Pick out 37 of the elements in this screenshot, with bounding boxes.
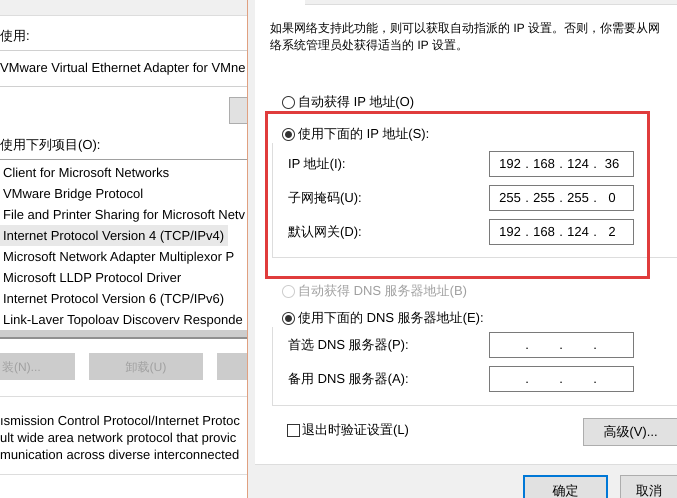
field-label: 子网掩码(U): xyxy=(288,189,362,208)
advanced-button[interactable]: 高级(V)... xyxy=(583,418,677,446)
ip-address-field[interactable]: 255 . 255 . 255 . 0 xyxy=(489,185,634,211)
list-item[interactable]: VMware Bridge Protocol xyxy=(0,183,148,204)
field-label: 备用 DNS 服务器(A): xyxy=(288,370,409,388)
items-label: 使用下列项目(O): xyxy=(0,136,102,154)
radio-label: 自动获得 IP 地址(O) xyxy=(298,93,414,112)
checkbox-label: 退出时验证设置(L) xyxy=(302,421,409,440)
radio-label: 使用下面的 IP 地址(S): xyxy=(298,125,430,144)
ok-button[interactable]: 确定 xyxy=(523,475,608,498)
field-label: 默认网关(D): xyxy=(288,223,362,242)
description-line: ult wide area network protocol that provic xyxy=(0,429,238,446)
list-item[interactable]: Microsoft Network Adapter Multiplexor P xyxy=(0,246,238,267)
ip-address-field[interactable]: 192 . 168 . 124 . 36 xyxy=(489,151,634,177)
field-label: IP 地址(I): xyxy=(288,155,346,174)
list-item[interactable]: File and Printer Sharing for Microsoft Netv xyxy=(0,204,247,225)
radio-label: 自动获得 DNS 服务器地址(B) xyxy=(298,282,467,300)
ip-address-field[interactable]: . . . xyxy=(489,366,634,392)
intro-text: 如果网络支持此功能，则可以获取自动指派的 IP 设置。否则，你需要从网络系统管理员处获得适当的 IP 设置。 xyxy=(270,20,661,54)
connect-label: 使用: xyxy=(0,27,31,45)
radio-button[interactable] xyxy=(282,96,295,108)
checkbox[interactable] xyxy=(287,424,300,436)
list-item[interactable]: Internet Protocol Version 6 (TCP/IPv6) xyxy=(0,288,228,309)
list-item[interactable]: Internet Protocol Version 4 (TCP/IPv4) xyxy=(0,225,228,246)
ip-address-field[interactable]: . . . xyxy=(489,332,634,358)
field-label: 首选 DNS 服务器(P): xyxy=(288,336,409,354)
radio-label: 使用下面的 DNS 服务器地址(E): xyxy=(298,309,484,328)
list-item[interactable]: Microsoft LLDP Protocol Driver xyxy=(0,267,186,288)
description-line: ısmission Control Protocol/Internet Protoc xyxy=(0,412,241,429)
list-item[interactable]: Link-Laver Topoloav Discoverv Responde xyxy=(0,309,247,330)
radio-button[interactable] xyxy=(282,312,295,324)
adapter-box: VMware Virtual Ethernet Adapter for VMne xyxy=(0,50,247,86)
description-line: munication across diverse interconnected xyxy=(0,446,240,463)
list-item[interactable]: Client for Microsoft Networks xyxy=(0,162,174,183)
radio-button[interactable] xyxy=(282,128,295,140)
ip-address-field[interactable]: 192 . 168 . 124 . 2 xyxy=(489,219,634,245)
cancel-button[interactable]: 取消 xyxy=(620,475,677,498)
